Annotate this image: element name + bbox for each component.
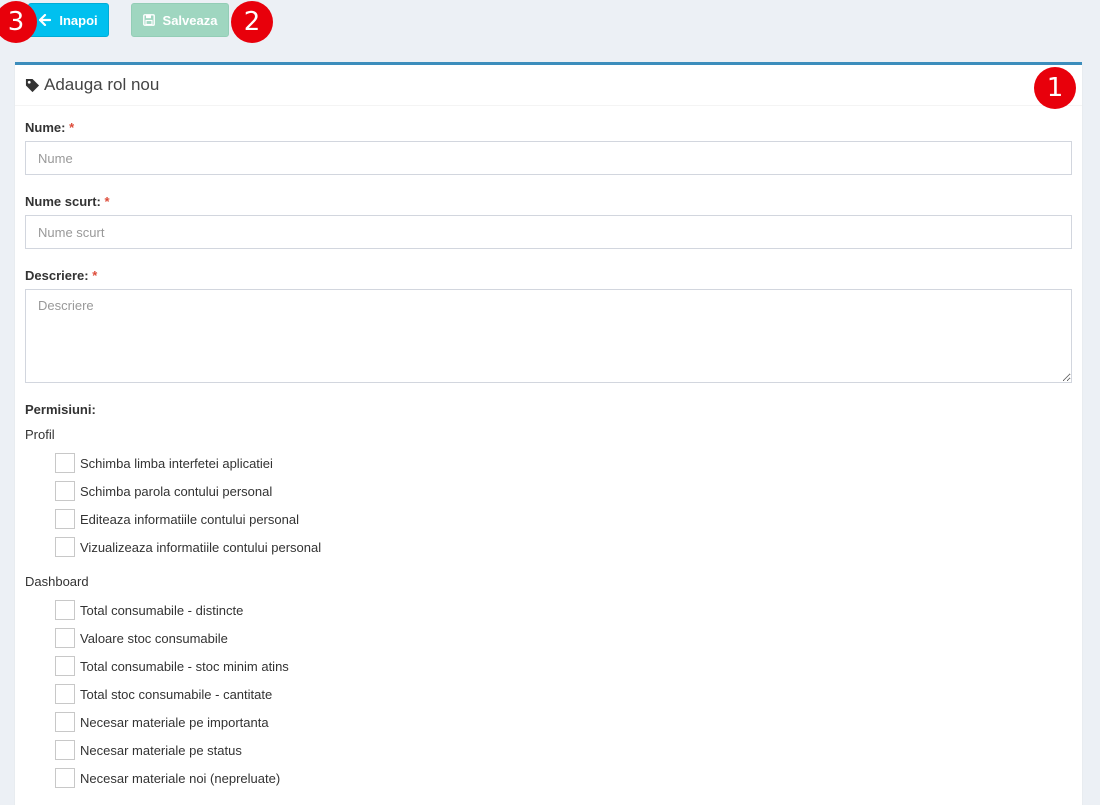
permission-checkbox[interactable] — [55, 600, 75, 620]
tag-icon — [25, 78, 40, 93]
add-role-panel: Adauga rol nou Nume: * Nume scurt: * Des… — [15, 62, 1082, 805]
permission-label: Schimba parola contului personal — [80, 483, 273, 499]
permission-label: Total consumabile - distincte — [80, 602, 244, 618]
short-name-input[interactable] — [25, 215, 1072, 249]
permission-checkbox[interactable] — [55, 628, 75, 648]
annotation-badge: 2 — [231, 1, 273, 43]
required-mark: * — [69, 120, 75, 135]
permission-checkbox[interactable] — [55, 712, 75, 732]
required-mark: * — [104, 194, 110, 209]
permission-checkbox[interactable] — [55, 740, 75, 760]
back-button-label: Inapoi — [59, 12, 98, 28]
permission-item[interactable]: Valoare stoc consumabile — [55, 627, 228, 649]
toolbar: Inapoi Salveaza 3 2 — [0, 0, 1100, 60]
permission-item[interactable]: Total stoc consumabile - cantitate — [55, 683, 272, 705]
description-label: Descriere: * — [25, 268, 98, 283]
floppy-disk-icon — [142, 14, 155, 26]
permission-label: Necesar materiale pe status — [80, 742, 242, 758]
permission-label: Schimba limba interfetei aplicatiei — [80, 455, 273, 471]
panel-header: Adauga rol nou — [15, 65, 1082, 106]
permission-checkbox[interactable] — [55, 509, 75, 529]
name-label: Nume: * — [25, 120, 75, 135]
permission-checkbox[interactable] — [55, 768, 75, 788]
permission-checkbox[interactable] — [55, 481, 75, 501]
permission-checkbox[interactable] — [55, 453, 75, 473]
permission-group-title: Dashboard — [25, 574, 89, 589]
permission-item[interactable]: Total consumabile - stoc minim atins — [55, 655, 289, 677]
permission-checkbox[interactable] — [55, 537, 75, 557]
required-mark: * — [92, 268, 98, 283]
permission-group-title: Profil — [25, 427, 55, 442]
permission-item[interactable]: Schimba limba interfetei aplicatiei — [55, 452, 273, 474]
permissions-label: Permisiuni: — [25, 402, 96, 417]
permission-item[interactable]: Necesar materiale pe status — [55, 739, 242, 761]
short-name-label: Nume scurt: * — [25, 194, 110, 209]
permission-checkbox[interactable] — [55, 656, 75, 676]
annotation-badge: 1 — [1034, 67, 1076, 109]
description-textarea[interactable] — [25, 289, 1072, 383]
permission-label: Valoare stoc consumabile — [80, 630, 228, 646]
permission-item[interactable]: Total consumabile - distincte — [55, 599, 243, 621]
name-input[interactable] — [25, 141, 1072, 175]
permission-item[interactable]: Vizualizeaza informatiile contului perso… — [55, 536, 321, 558]
arrow-left-icon — [39, 14, 52, 26]
permission-label: Necesar materiale noi (nepreluate) — [80, 770, 281, 786]
permission-label: Necesar materiale pe importanta — [80, 714, 269, 730]
permission-item[interactable]: Necesar materiale pe importanta — [55, 711, 269, 733]
permission-label: Total stoc consumabile - cantitate — [80, 686, 273, 702]
back-button[interactable]: Inapoi — [28, 3, 109, 37]
save-button[interactable]: Salveaza — [131, 3, 229, 37]
permission-item[interactable]: Schimba parola contului personal — [55, 480, 272, 502]
panel-title: Adauga rol nou — [44, 75, 160, 94]
permission-item[interactable]: Editeaza informatiile contului personal — [55, 508, 299, 530]
save-button-label: Salveaza — [162, 12, 218, 28]
permission-checkbox[interactable] — [55, 684, 75, 704]
permission-label: Total consumabile - stoc minim atins — [80, 658, 289, 674]
permission-item[interactable]: Necesar materiale noi (nepreluate) — [55, 767, 280, 789]
permission-label: Vizualizeaza informatiile contului perso… — [80, 539, 322, 555]
permission-label: Editeaza informatiile contului personal — [80, 511, 299, 527]
